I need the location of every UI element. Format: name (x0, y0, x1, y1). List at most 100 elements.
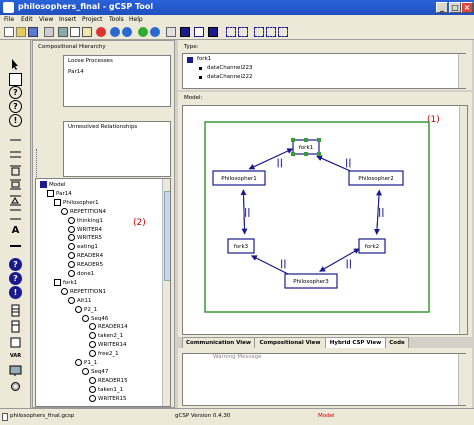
selection-handle[interactable] (304, 152, 308, 156)
text-icon[interactable]: A (9, 224, 22, 237)
cut-icon[interactable] (58, 27, 68, 37)
tab-hybrid-csp-view[interactable]: Hybrid CSP View (325, 337, 386, 348)
loose-process-item[interactable]: Par14 (68, 69, 84, 75)
menu-project[interactable]: Project (82, 16, 103, 23)
block-icon[interactable] (180, 27, 190, 37)
tree-item[interactable]: done1 (68, 270, 94, 278)
box-icon[interactable] (9, 336, 22, 349)
tree-item[interactable]: Seq47 (82, 367, 108, 376)
selection-handle[interactable] (317, 138, 321, 142)
query2-icon[interactable]: ? (9, 272, 22, 285)
tree-item[interactable]: WRITER5 (68, 234, 102, 242)
pointer-icon[interactable] (9, 58, 22, 71)
model-vscrollbar[interactable] (459, 106, 467, 334)
tab-code[interactable]: Code (385, 337, 409, 348)
tree-item[interactable]: READER15 (89, 376, 128, 385)
query-icon[interactable]: ? (9, 258, 22, 271)
tree-item[interactable]: Alt11 (68, 296, 91, 305)
tree-item[interactable]: WRITER4 (68, 225, 102, 234)
type-scrollbar[interactable] (458, 54, 466, 88)
var-icon[interactable]: VAR (9, 350, 22, 363)
tree-item[interactable]: thinking1 (68, 216, 103, 225)
select-all-icon[interactable] (278, 27, 288, 37)
guard-icon[interactable] (9, 208, 22, 221)
zoom-in-icon[interactable] (226, 27, 236, 37)
priseq-icon[interactable] (9, 164, 22, 177)
channel-icon[interactable] (9, 320, 22, 333)
close-button[interactable]: × (461, 2, 473, 13)
zoom-icon[interactable] (208, 27, 218, 37)
tree-item[interactable]: eating1 (68, 243, 98, 251)
tree-item[interactable]: WRITER15 (89, 394, 127, 403)
seq-icon[interactable] (9, 134, 22, 147)
buffer-icon[interactable] (9, 304, 22, 317)
selection-handle[interactable] (291, 152, 295, 156)
tree-scrollbar[interactable] (162, 179, 170, 406)
paste-icon[interactable] (82, 27, 92, 37)
app-icon (3, 2, 14, 13)
tree-item[interactable]: READER5 (68, 261, 103, 269)
fit-icon[interactable] (254, 27, 264, 37)
scroll-thumb[interactable] (164, 191, 170, 281)
menu-insert[interactable]: Insert (59, 16, 76, 23)
gear-icon[interactable] (9, 380, 22, 393)
tree-item[interactable]: taken2_1 (89, 332, 123, 340)
menu-file[interactable]: File (4, 16, 14, 23)
tree-item[interactable]: READER14 (89, 323, 128, 331)
pripar-icon[interactable] (9, 178, 22, 191)
menu-help[interactable]: Help (129, 16, 143, 23)
tab-communication-view[interactable]: Communication View (182, 337, 255, 348)
selection-handle[interactable] (317, 152, 321, 156)
tree-item[interactable]: Model (40, 181, 66, 189)
zoom-out-icon[interactable] (238, 27, 248, 37)
type-root[interactable]: fork1 (197, 56, 211, 62)
reader-icon[interactable]: ? (9, 100, 22, 113)
undo-icon[interactable] (110, 27, 120, 37)
tree-item[interactable]: free2_1 (89, 350, 119, 358)
redo-icon[interactable] (122, 27, 132, 37)
tree-item[interactable]: WRITER14 (89, 341, 127, 349)
tree-item[interactable]: REPETITION1 (61, 287, 106, 296)
type-child-2[interactable]: dataChannel222 (207, 74, 252, 80)
selection-handle[interactable] (291, 138, 295, 142)
type-child-1[interactable]: dataChannel223 (207, 65, 252, 71)
refresh-icon[interactable] (150, 27, 160, 37)
menu-edit[interactable]: Edit (21, 16, 33, 23)
line-icon[interactable] (9, 240, 22, 253)
tree-item[interactable]: taken1_1 (89, 385, 123, 394)
tree-item[interactable]: READER4 (68, 252, 103, 260)
repetition-icon[interactable] (9, 194, 22, 207)
tree-item[interactable]: P1_1 (75, 359, 97, 367)
warning-scrollbar[interactable] (458, 354, 466, 405)
menu-tools[interactable]: Tools (109, 16, 124, 23)
alt-icon[interactable]: ? (9, 86, 22, 99)
copy-icon[interactable] (70, 27, 80, 37)
par-icon[interactable] (9, 148, 22, 161)
new-icon[interactable] (4, 27, 14, 37)
maximize-button[interactable]: □ (449, 2, 461, 13)
tree-item[interactable]: P2_1 (75, 305, 97, 314)
process-icon[interactable] (9, 73, 22, 86)
tab-compositional-view[interactable]: Compositional View (254, 337, 326, 348)
print-icon[interactable] (44, 27, 54, 37)
minimize-button[interactable]: _ (436, 2, 448, 13)
grid-icon[interactable] (166, 27, 176, 37)
save-icon[interactable] (28, 27, 38, 37)
menu-view[interactable]: View (39, 16, 53, 23)
writer-icon[interactable]: ! (9, 114, 22, 127)
alert-icon[interactable]: ! (9, 286, 22, 299)
tree-item[interactable]: Par14 (47, 189, 72, 198)
run-icon[interactable] (138, 27, 148, 37)
delete-icon[interactable] (96, 27, 106, 37)
layout-icon[interactable] (194, 27, 204, 37)
tree-node-icon (89, 394, 96, 402)
tree-item[interactable]: Seq46 (82, 314, 108, 323)
model-canvas[interactable]: (1) || || || || || || fork1 Philosopher1 Philoso… (182, 105, 468, 335)
selection-handle[interactable] (304, 138, 308, 142)
open-icon[interactable] (16, 27, 26, 37)
actual-size-icon[interactable] (266, 27, 276, 37)
monitor-icon[interactable] (9, 364, 22, 377)
tree-item[interactable]: REPETITION4 (61, 207, 106, 216)
tree-item[interactable]: fork1 (54, 278, 77, 287)
tree-item[interactable]: Philosopher1 (54, 198, 99, 207)
